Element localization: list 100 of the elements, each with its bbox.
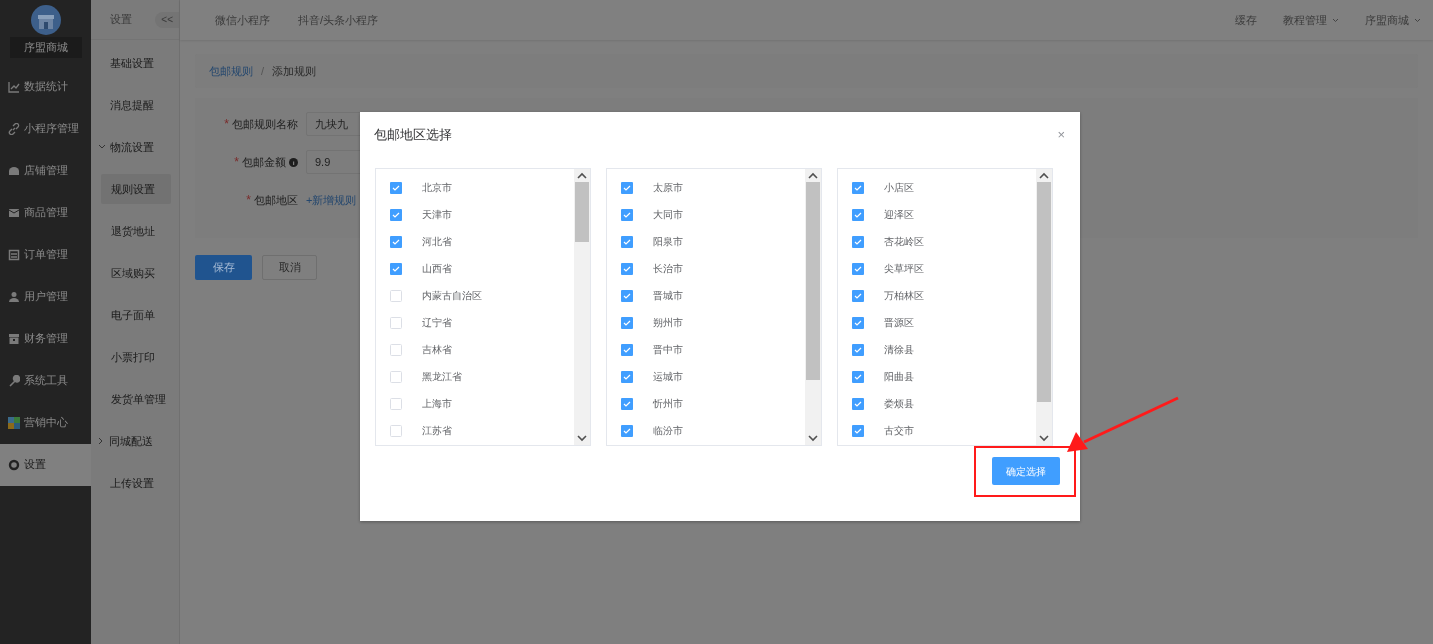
region-label[interactable]: 大同市 [653,207,683,222]
region-label[interactable]: 天津市 [422,207,452,222]
region-label[interactable]: 运城市 [653,369,683,384]
top-nav-link[interactable]: 微信小程序 [215,11,270,29]
region-label[interactable]: 内蒙古自治区 [422,288,482,303]
checkbox[interactable] [390,289,402,302]
region-label[interactable]: 吉林省 [422,342,452,357]
subnav-item[interactable]: 同城配送 [109,432,153,450]
save-button[interactable]: 保存 [195,255,252,280]
region-label[interactable]: 长治市 [653,261,683,276]
checkbox[interactable] [390,397,402,410]
checkbox[interactable] [852,397,864,410]
scrollbar-thumb[interactable] [806,181,820,380]
checkbox[interactable] [621,397,633,410]
scrollbar-thumb[interactable] [575,181,589,242]
region-label[interactable]: 晋中市 [653,342,683,357]
subnav-item[interactable]: 退货地址 [101,215,165,247]
region-label[interactable]: 太原市 [653,180,683,195]
chevron-right-icon[interactable] [98,437,104,445]
region-label[interactable]: 娄烦县 [884,396,914,411]
checkbox[interactable] [390,370,402,383]
region-label[interactable]: 河北省 [422,234,452,249]
cancel-button[interactable]: 取消 [262,255,317,280]
sidebar-item[interactable]: 数据统计 [0,65,91,108]
subnav-item[interactable]: 规则设置 [101,173,171,205]
subnav-item[interactable]: 小票打印 [101,341,165,373]
scrollbar-thumb[interactable] [1037,181,1051,402]
checkbox[interactable] [852,208,864,221]
sidebar-item[interactable]: 财务管理 [0,317,91,360]
checkbox[interactable] [852,424,864,437]
subnav-item[interactable]: 发货单管理 [101,383,176,415]
region-label[interactable]: 晋源区 [884,315,914,330]
checkbox[interactable] [852,343,864,356]
checkbox[interactable] [621,370,633,383]
checkbox[interactable] [621,262,633,275]
subnav-item[interactable]: 消息提醒 [98,96,154,114]
region-label[interactable]: 万柏林区 [884,288,924,303]
scroll-down-icon[interactable] [1039,433,1049,442]
checkbox[interactable] [852,316,864,329]
sidebar-item[interactable]: 商品管理 [0,191,91,234]
subnav-item[interactable]: 区域购买 [101,257,165,289]
checkbox[interactable] [390,181,402,194]
checkbox[interactable] [390,262,402,275]
region-label[interactable]: 阳曲县 [884,369,914,384]
checkbox[interactable] [852,181,864,194]
region-label[interactable]: 山西省 [422,261,452,276]
checkbox[interactable] [852,289,864,302]
checkbox[interactable] [852,235,864,248]
sidebar-item[interactable]: 用户管理 [0,275,91,318]
region-label[interactable]: 迎泽区 [884,207,914,222]
sidebar-item[interactable]: 系统工具 [0,359,91,402]
region-label[interactable]: 黑龙江省 [422,369,462,384]
scrollbar[interactable] [1036,168,1052,445]
region-label[interactable]: 晋城市 [653,288,683,303]
checkbox[interactable] [621,181,633,194]
checkbox[interactable] [621,235,633,248]
chevron-down-icon[interactable] [98,144,106,150]
region-label[interactable]: 北京市 [422,180,452,195]
scroll-up-icon[interactable] [577,171,587,180]
sidebar-item[interactable]: 小程序管理 [0,107,91,150]
top-nav-link[interactable]: 序盟商城 [1365,11,1421,29]
checkbox[interactable] [621,208,633,221]
checkbox[interactable] [621,289,633,302]
region-label[interactable]: 清徐县 [884,342,914,357]
checkbox[interactable] [852,370,864,383]
subnav-item[interactable]: 上传设置 [98,474,154,492]
subnav-item[interactable]: 物流设置 [110,138,154,156]
region-label[interactable]: 小店区 [884,180,914,195]
subnav-item[interactable]: 电子面单 [101,299,165,331]
subnav-item[interactable]: 基础设置 [98,54,154,72]
scroll-down-icon[interactable] [577,433,587,442]
top-nav-link[interactable]: 抖音/头条小程序 [298,11,379,29]
region-label[interactable]: 朔州市 [653,315,683,330]
region-label[interactable]: 上海市 [422,396,452,411]
checkbox[interactable] [390,424,402,437]
region-label[interactable]: 古交市 [884,423,914,438]
confirm-button[interactable]: 确定选择 [992,457,1060,485]
region-label[interactable]: 忻州市 [653,396,683,411]
sidebar-item[interactable]: 营销中心 [0,401,91,444]
checkbox[interactable] [621,424,633,437]
info-icon[interactable] [289,157,298,167]
region-label[interactable]: 江苏省 [422,423,452,438]
region-label[interactable]: 杏花岭区 [884,234,924,249]
top-nav-link[interactable]: 缓存 [1235,11,1257,29]
sidebar-item[interactable]: 订单管理 [0,233,91,276]
scroll-up-icon[interactable] [1039,171,1049,180]
region-label[interactable]: 阳泉市 [653,234,683,249]
scroll-up-icon[interactable] [808,171,818,180]
region-label[interactable]: 临汾市 [653,423,683,438]
region-label[interactable]: 辽宁省 [422,315,452,330]
checkbox[interactable] [390,235,402,248]
sidebar-item[interactable]: 设置 [0,443,91,486]
region-label[interactable]: 尖草坪区 [884,261,924,276]
top-nav-link[interactable]: 教程管理 [1283,11,1339,29]
checkbox[interactable] [390,208,402,221]
checkbox[interactable] [852,262,864,275]
scrollbar[interactable] [574,168,590,445]
close-button[interactable]: × [1057,128,1065,142]
collapse-button[interactable]: << [155,11,179,28]
checkbox[interactable] [390,343,402,356]
